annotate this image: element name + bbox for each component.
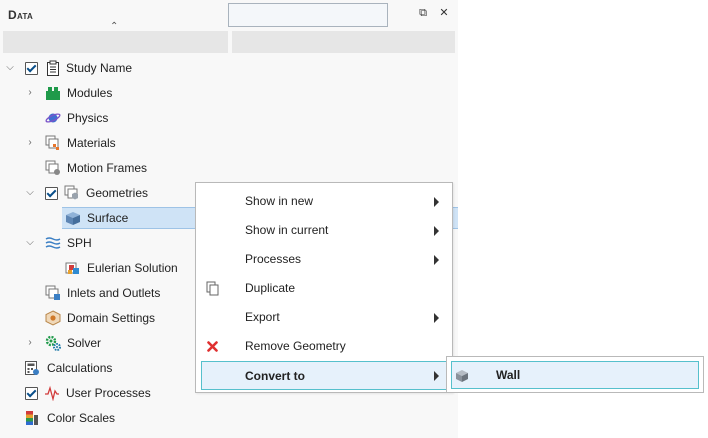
submenu-arrow-icon [434,255,439,265]
menu-item-label: Show in current [245,223,329,237]
geometries-icon [64,185,78,200]
submenu-item-label: Wall [496,368,521,382]
tree-item-label: Materials [67,136,116,150]
remove-x-icon [207,341,218,352]
chevron-down-icon[interactable]: ⌵ [24,182,36,204]
tree-item-label: Geometries [86,186,149,200]
user-processes-checkbox[interactable] [25,387,38,400]
tree-item-label: Study Name [66,61,133,75]
column-header-name[interactable] [3,31,228,53]
tree-item-label: Solver [67,336,102,350]
solver-gears-icon [45,335,61,351]
tree-item-eulerian-solution[interactable]: Eulerian Solution [0,257,195,279]
tree-item-label: Motion Frames [67,161,148,175]
menu-item-label: Show in new [245,194,314,208]
menu-item-label: Duplicate [245,281,296,295]
menu-item-processes[interactable]: Processes [201,245,447,274]
submenu-item-wall[interactable]: Wall [451,361,699,389]
tree-item-color-scales[interactable]: Color Scales [0,407,195,429]
menu-item-remove-geometry[interactable]: Remove Geometry [201,332,447,361]
tree-item-inlets-outlets[interactable]: Inlets and Outlets [0,282,195,304]
motion-frames-icon [45,160,60,175]
chevron-right-icon[interactable]: › [24,332,36,354]
menu-item-duplicate[interactable]: Duplicate [201,274,447,303]
wall-icon [456,370,468,382]
panel-title: Data [8,8,34,22]
tree-item-materials[interactable]: › Materials [0,132,458,154]
restore-window-icon[interactable]: ⧉ [415,5,431,21]
tree-item-solver[interactable]: › Solver [0,332,195,354]
menu-item-show-in-new[interactable]: Show in new [201,187,447,216]
tree-item-domain-settings[interactable]: Domain Settings [0,307,195,329]
domain-settings-icon [45,310,61,326]
tree-item-surface[interactable]: Surface [62,207,195,229]
submenu-arrow-icon [434,226,439,236]
menu-item-convert-to[interactable]: Convert to [201,361,447,390]
tree-item-label: Calculations [47,361,113,375]
tree-item-label: User Processes [66,386,151,400]
geometries-checkbox[interactable] [45,187,58,200]
tree-item-label: Eulerian Solution [87,261,178,275]
menu-item-label: Export [245,310,280,324]
menu-item-show-in-current[interactable]: Show in current [201,216,447,245]
tree-item-physics[interactable]: Physics [0,107,458,129]
chevron-down-icon[interactable]: ⌵ [4,57,16,79]
modules-icon [46,87,60,100]
convert-to-submenu: Wall [446,356,704,393]
column-header-value[interactable] [232,31,455,53]
tree-item-label: Color Scales [47,411,116,425]
sph-waves-icon [45,237,61,249]
tree-item-modules[interactable]: › Modules [0,82,458,104]
chevron-right-icon[interactable]: › [24,132,36,154]
tree-item-sph[interactable]: ⌵ SPH [0,232,195,254]
tree-item-label: Inlets and Outlets [67,286,161,300]
user-processes-wave-icon [45,385,59,401]
surface-cube-icon [66,212,80,225]
tree-item-label: Domain Settings [67,311,156,325]
menu-item-label: Processes [245,252,302,266]
tree-item-label: Physics [67,111,109,125]
study-checkbox[interactable] [25,62,38,75]
clipboard-icon [47,60,59,76]
calculator-icon [25,361,39,375]
submenu-arrow-icon [434,197,439,207]
menu-item-label: Convert to [245,369,305,383]
submenu-arrow-icon [434,371,439,381]
tree-item-label: Modules [67,86,113,100]
tree-item-label: SPH [67,236,92,250]
menu-item-export[interactable]: Export [201,303,447,332]
search-input[interactable] [228,3,388,27]
menu-item-label: Remove Geometry [245,339,346,353]
tree-item-calculations[interactable]: Calculations [0,357,195,379]
color-scales-icon [26,411,38,425]
context-menu: Show in new Show in current Processes Du… [195,182,453,393]
inlets-outlets-icon [45,285,60,300]
eulerian-solution-icon [65,262,79,274]
tree-item-label: Surface [87,211,129,225]
chevron-right-icon[interactable]: › [24,82,36,104]
sort-ascending-icon[interactable]: ⌃ [110,22,120,32]
close-icon[interactable]: ✕ [436,5,452,21]
chevron-down-icon[interactable]: ⌵ [24,232,36,254]
tree-item-motion-frames[interactable]: Motion Frames [0,157,458,179]
tree-item-study[interactable]: ⌵ Study Name [0,57,458,79]
physics-planet-icon [45,113,61,123]
submenu-arrow-icon [434,313,439,323]
tree-item-user-processes[interactable]: User Processes [0,382,195,404]
duplicate-icon [206,281,219,296]
materials-icon [45,135,59,150]
tree-item-geometries[interactable]: ⌵ Geometries [0,182,195,204]
